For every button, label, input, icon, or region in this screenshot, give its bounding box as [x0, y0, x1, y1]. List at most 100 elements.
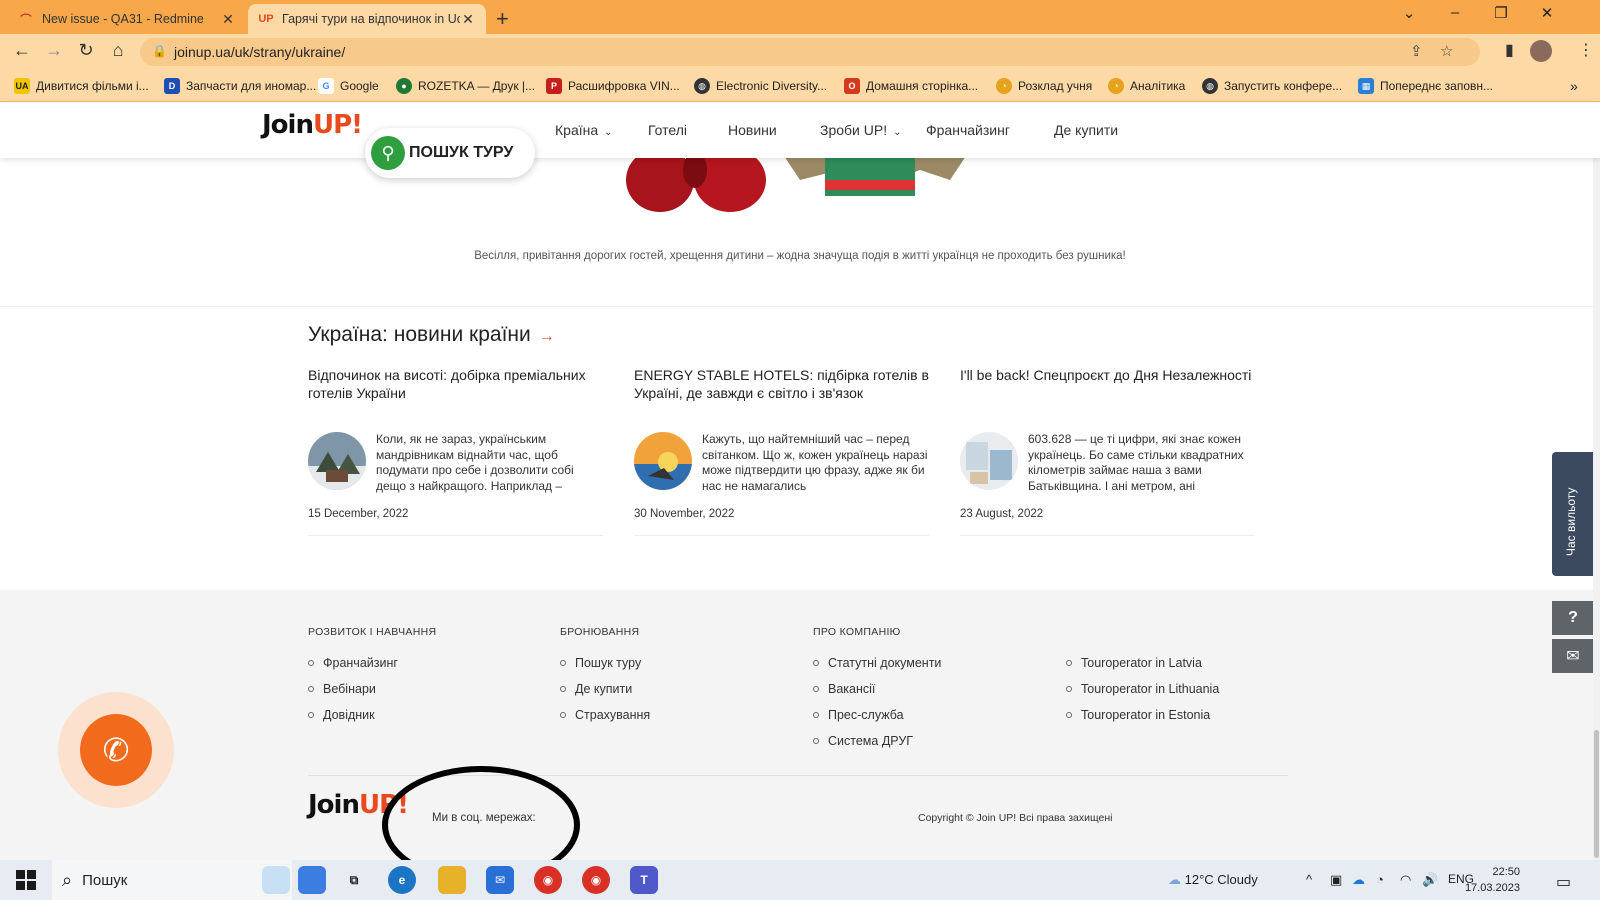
search-tour-button[interactable]: ⚲ ПОШУК ТУРУ: [365, 128, 535, 178]
close-window-icon[interactable]: ✕: [1524, 4, 1570, 22]
bookmark-item[interactable]: ◍ Electronic Diversity...: [694, 78, 827, 94]
bookmark-item[interactable]: D Запчасти для иномар...: [164, 78, 316, 94]
tab-redmine[interactable]: ⌒ New issue - QA31 - Redmine ✕: [8, 4, 246, 34]
news-section-title[interactable]: Україна: новини країни →: [308, 323, 555, 347]
nav-country[interactable]: Країна ⌄: [555, 122, 613, 138]
tab-search-icon[interactable]: ⌄: [1386, 4, 1432, 22]
bookmark-item[interactable]: ◔ Розклад учня: [996, 78, 1092, 94]
search-icon: ⌕: [62, 869, 73, 890]
footer-link-label: Touroperator in Latvia: [1081, 656, 1202, 670]
footer-link-label: Вебінари: [323, 682, 376, 696]
departure-time-panel[interactable]: Час вильоту: [1552, 452, 1594, 576]
taskbar-search-label: Пошук: [82, 871, 128, 889]
clock[interactable]: 22:50 17.03.2023: [1460, 864, 1520, 896]
bullet-icon: [1066, 686, 1072, 692]
footer-link[interactable]: Статутні документи: [813, 656, 941, 670]
phone-icon[interactable]: ✆: [80, 714, 152, 786]
news-card[interactable]: I'll be back! Спецпроєкт до Дня Незалежн…: [960, 366, 1255, 536]
new-tab-icon[interactable]: +: [496, 6, 509, 32]
nav-news[interactable]: Новини: [728, 122, 777, 138]
footer-link[interactable]: Довідник: [308, 708, 375, 722]
file-explorer-icon[interactable]: [438, 866, 466, 894]
scrollbar-thumb[interactable]: [1594, 730, 1599, 858]
back-icon[interactable]: ←: [10, 40, 34, 61]
footer-link[interactable]: Система ДРУГ: [813, 734, 913, 748]
chrome-icon[interactable]: ◉: [582, 866, 610, 894]
home-icon[interactable]: ⌂: [106, 40, 130, 61]
sidebar-icon[interactable]: ▮: [1505, 40, 1514, 60]
bookmark-item[interactable]: ◍ Запустить конфере...: [1202, 78, 1342, 94]
footer-link-label: Де купити: [575, 682, 633, 696]
nav-where-to-buy[interactable]: Де купити: [1054, 122, 1118, 138]
copilot-icon[interactable]: [262, 866, 290, 894]
news-card[interactable]: ENERGY STABLE HOTELS: підбірка готелів в…: [634, 366, 929, 536]
footer-link[interactable]: Touroperator in Lithuania: [1066, 682, 1219, 696]
menu-icon[interactable]: ⋮: [1578, 40, 1594, 60]
share-icon[interactable]: ⇪: [1410, 42, 1423, 60]
chrome-icon[interactable]: ◉: [534, 866, 562, 894]
footer-link[interactable]: Прес-служба: [813, 708, 904, 722]
bookmark-item[interactable]: G Google: [318, 78, 379, 94]
edge-icon[interactable]: e: [388, 866, 416, 894]
mail-app-icon[interactable]: ✉: [486, 866, 514, 894]
news-thumbnail[interactable]: [634, 432, 692, 490]
taskbar-search[interactable]: ⌕ Пошук: [52, 860, 292, 900]
news-thumbnail[interactable]: [960, 432, 1018, 490]
bookmark-item[interactable]: P Расшифровка VIN...: [546, 78, 680, 94]
reload-icon[interactable]: ↻: [74, 40, 98, 61]
nav-make-up[interactable]: Зроби UP! ⌄: [820, 122, 902, 138]
mail-icon[interactable]: ✉: [1552, 639, 1594, 673]
address-bar[interactable]: 🔒 joinup.ua/uk/strany/ukraine/ ⇪ ☆: [140, 38, 1480, 66]
footer-link[interactable]: Пошук туру: [560, 656, 641, 670]
bookmark-item[interactable]: ◔ Аналітика: [1108, 78, 1185, 94]
bookmark-item[interactable]: O Домашня сторінка...: [844, 78, 978, 94]
news-card-title[interactable]: Відпочинок на висоті: добірка преміальни…: [308, 366, 603, 402]
news-card-date: 23 August, 2022: [960, 508, 1044, 520]
tray-chevron-icon[interactable]: ^: [1306, 872, 1312, 887]
footer-link[interactable]: Touroperator in Estonia: [1066, 708, 1210, 722]
notifications-icon[interactable]: ▭: [1556, 872, 1571, 892]
network-icon[interactable]: ◔: [1376, 872, 1384, 887]
bookmark-item[interactable]: ● ROZETKA — Друк |...: [396, 78, 535, 94]
nav-hotels[interactable]: Готелі: [648, 122, 687, 138]
joinup-logo[interactable]: JoinUP!: [262, 110, 363, 140]
weather-widget[interactable]: ☁ 12°C Cloudy: [1168, 872, 1258, 888]
forward-icon[interactable]: →: [42, 40, 66, 61]
footer-link[interactable]: Touroperator in Latvia: [1066, 656, 1202, 670]
nav-franchising[interactable]: Франчайзинг: [926, 122, 1010, 138]
d-icon: D: [164, 78, 180, 94]
restore-icon[interactable]: ❐: [1478, 4, 1524, 22]
teams-icon[interactable]: T: [630, 866, 658, 894]
news-card-title[interactable]: I'll be back! Спецпроєкт до Дня Незалежн…: [960, 366, 1255, 384]
store-icon[interactable]: [298, 866, 326, 894]
volume-icon[interactable]: 🔊: [1422, 872, 1438, 888]
close-tab-icon[interactable]: ✕: [220, 11, 236, 28]
footer-link[interactable]: Франчайзинг: [308, 656, 398, 670]
news-thumbnail[interactable]: [308, 432, 366, 490]
windows-taskbar: ⌕ Пошук ⧉ e ✉ ◉ ◉ T ☁ 12°C Cloudy ^ ▣ ☁ …: [0, 860, 1600, 900]
footer-link[interactable]: Де купити: [560, 682, 632, 696]
lock-icon[interactable]: 🔒: [152, 44, 167, 58]
footer-link-label: Статутні документи: [828, 656, 942, 670]
bookmark-star-icon[interactable]: ☆: [1440, 42, 1453, 60]
more-bookmarks-icon[interactable]: »: [1570, 78, 1578, 94]
footer-link[interactable]: Вебінари: [308, 682, 376, 696]
help-icon[interactable]: ?: [1552, 601, 1594, 635]
meet-icon[interactable]: ▣: [1330, 872, 1342, 888]
tab-joinup[interactable]: UP Гарячі тури на відпочинок in Uc ✕: [248, 4, 486, 34]
news-card-title[interactable]: ENERGY STABLE HOTELS: підбірка готелів в…: [634, 366, 929, 402]
task-view-icon[interactable]: ⧉: [340, 866, 368, 894]
onedrive-icon[interactable]: ☁: [1352, 872, 1365, 888]
footer-link[interactable]: Вакансії: [813, 682, 875, 696]
bookmark-item[interactable]: ▦ Попереднє заповн...: [1358, 78, 1493, 94]
footer-link-label: Пошук туру: [575, 656, 642, 670]
minimize-icon[interactable]: –: [1432, 4, 1478, 21]
news-card[interactable]: Відпочинок на висоті: добірка преміальни…: [308, 366, 603, 536]
footer-link[interactable]: Страхування: [560, 708, 650, 722]
windows-start-icon[interactable]: [16, 870, 36, 890]
wifi-icon[interactable]: ◠: [1400, 872, 1411, 888]
profile-avatar[interactable]: [1530, 40, 1552, 62]
weather-label: 12°C Cloudy: [1184, 872, 1258, 887]
bookmark-item[interactable]: UA Дивитися фільми і...: [14, 78, 149, 94]
close-tab-icon[interactable]: ✕: [460, 11, 476, 28]
